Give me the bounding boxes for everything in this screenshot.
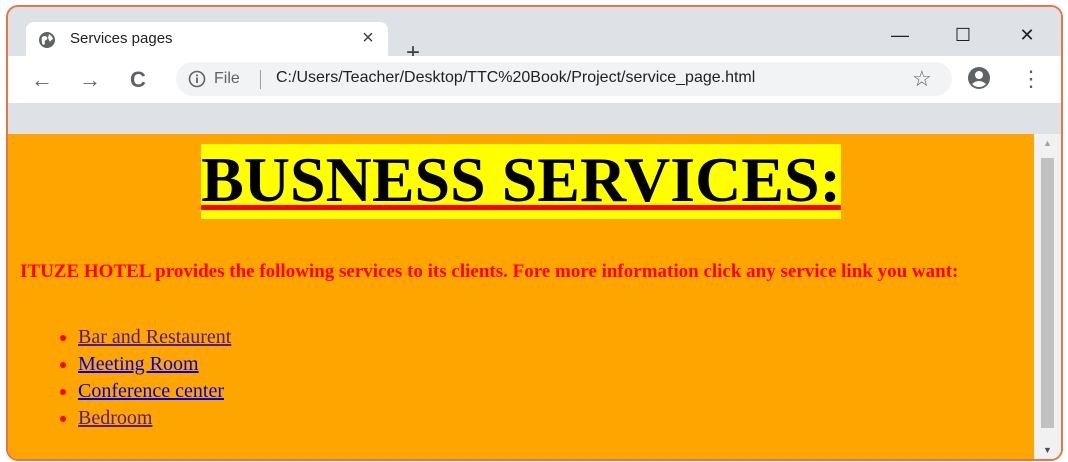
- list-item: Meeting Room: [78, 351, 231, 378]
- intro-text: ITUZE HOTEL provides the following servi…: [20, 261, 959, 282]
- url-text[interactable]: C:/Users/Teacher/Desktop/TTC%20Book/Proj…: [276, 69, 755, 87]
- scheme-label: File: [214, 70, 240, 87]
- list-item: Conference center: [78, 378, 231, 405]
- conference-center-link[interactable]: Conference center: [78, 380, 224, 402]
- minimize-button[interactable]: —: [885, 23, 915, 47]
- address-bar[interactable]: File C:/Users/Teacher/Desktop/TTC%20Book…: [176, 62, 952, 96]
- services-list: Bar and Restaurent Meeting Room Conferen…: [32, 324, 231, 432]
- reload-button[interactable]: C: [124, 66, 152, 94]
- toolbar: ← → C File C:/Users/Teacher/Desktop/TTC%…: [8, 56, 1061, 103]
- back-button[interactable]: ←: [28, 66, 56, 94]
- forward-button[interactable]: →: [76, 66, 104, 94]
- list-item: Bedroom: [78, 405, 231, 432]
- vertical-scrollbar[interactable]: ▲ ▼: [1034, 134, 1061, 459]
- scroll-thumb[interactable]: [1041, 158, 1054, 428]
- globe-icon: [39, 32, 55, 48]
- scroll-down-arrow-icon[interactable]: ▼: [1034, 441, 1061, 459]
- scroll-up-arrow-icon[interactable]: ▲: [1034, 134, 1061, 152]
- tab-services-pages[interactable]: Services pages ×: [26, 22, 388, 56]
- menu-icon[interactable]: ⋮: [1020, 64, 1042, 94]
- meeting-room-link[interactable]: Meeting Room: [78, 353, 199, 375]
- close-window-button[interactable]: ✕: [1012, 23, 1042, 47]
- heading-text: BUSNESS SERVICES:: [201, 144, 841, 219]
- tab-close-button[interactable]: ×: [356, 26, 380, 50]
- tab-title: Services pages: [70, 30, 173, 47]
- list-item: Bar and Restaurent: [78, 324, 231, 351]
- info-icon[interactable]: [188, 70, 206, 88]
- profile-icon[interactable]: [966, 65, 992, 91]
- star-icon[interactable]: ☆: [912, 66, 932, 92]
- maximize-button[interactable]: ☐: [948, 23, 978, 47]
- address-divider: [260, 70, 261, 89]
- page-content: BUSNESS SERVICES: ITUZE HOTEL provides t…: [8, 134, 1034, 459]
- page-heading: BUSNESS SERVICES:: [8, 144, 1034, 219]
- bedroom-link[interactable]: Bedroom: [78, 407, 152, 429]
- bar-restaurant-link[interactable]: Bar and Restaurent: [78, 326, 231, 348]
- browser-window: Services pages × + — ☐ ✕ ← → C File C:/U…: [6, 5, 1063, 461]
